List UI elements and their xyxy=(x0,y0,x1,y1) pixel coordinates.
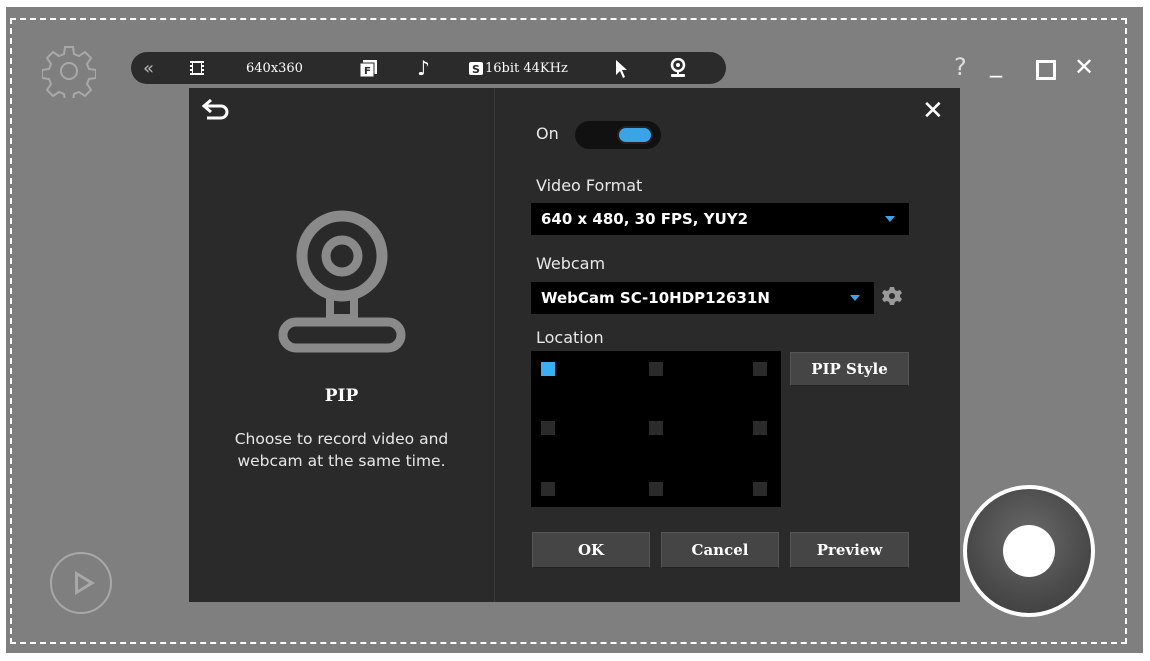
webcam-select[interactable]: WebCam SC-10HDP12631N xyxy=(531,282,874,314)
close-panel-button[interactable]: ✕ xyxy=(922,98,944,124)
chevron-down-icon xyxy=(885,216,895,222)
video-format-label: Video Format xyxy=(536,176,643,195)
location-top-right[interactable] xyxy=(753,362,767,376)
location-top-center[interactable] xyxy=(649,362,663,376)
on-label: On xyxy=(536,124,559,143)
audio-format-label[interactable]: 16bit 44KHz xyxy=(485,52,568,84)
fps-icon[interactable]: F xyxy=(360,60,378,77)
video-format-select[interactable]: 640 x 480, 30 FPS, YUY2 xyxy=(531,203,909,235)
cancel-button[interactable]: Cancel xyxy=(661,532,779,568)
play-button[interactable] xyxy=(50,552,112,614)
pip-description-line-1: Choose to record video and xyxy=(234,430,449,448)
close-window-button[interactable]: ✕ xyxy=(1074,53,1094,81)
webcam-label: Webcam xyxy=(536,254,606,273)
location-bottom-left[interactable] xyxy=(541,482,555,496)
cursor-icon[interactable] xyxy=(615,59,629,79)
webcam-icon[interactable] xyxy=(668,58,688,78)
webcam-large-icon xyxy=(278,210,406,353)
maximize-button[interactable] xyxy=(1036,60,1056,80)
location-label: Location xyxy=(536,328,604,347)
webcam-value: WebCam SC-10HDP12631N xyxy=(541,289,770,307)
location-bottom-right[interactable] xyxy=(753,482,767,496)
chevron-down-icon xyxy=(850,295,860,301)
location-top-left[interactable] xyxy=(541,362,555,376)
sound-icon[interactable]: S xyxy=(469,62,483,75)
record-button[interactable] xyxy=(963,485,1095,617)
resolution-label[interactable]: 640x360 xyxy=(246,52,303,84)
pip-settings-panel: PIP Choose to record video and webcam at… xyxy=(189,88,960,602)
webcam-settings-gear-icon[interactable] xyxy=(882,286,902,306)
pip-style-button[interactable]: PIP Style xyxy=(790,352,909,386)
help-button[interactable]: ? xyxy=(954,53,967,81)
pip-info-pane: PIP Choose to record video and webcam at… xyxy=(189,88,495,602)
location-grid xyxy=(531,351,781,507)
collapse-icon[interactable]: « xyxy=(143,52,154,84)
film-icon[interactable] xyxy=(189,60,205,76)
record-dot-icon xyxy=(1003,525,1055,577)
location-middle-right[interactable] xyxy=(753,421,767,435)
preview-button[interactable]: Preview xyxy=(790,532,909,568)
back-arrow-icon[interactable] xyxy=(201,96,231,122)
svg-text:F: F xyxy=(364,66,371,77)
pip-description: Choose to record video and webcam at the… xyxy=(189,428,494,472)
settings-gear-icon[interactable] xyxy=(42,44,96,98)
pip-on-toggle[interactable] xyxy=(575,121,661,149)
minimize-button[interactable]: _ xyxy=(990,50,1002,78)
pip-title: PIP xyxy=(324,386,359,406)
pip-description-line-2: webcam at the same time. xyxy=(237,452,446,470)
location-middle-left[interactable] xyxy=(541,421,555,435)
ok-button[interactable]: OK xyxy=(532,532,650,568)
music-note-icon[interactable]: ♪ xyxy=(417,52,430,84)
capture-toolbar: « 640x360 F ♪ S 16bit 44KHz xyxy=(131,52,726,84)
svg-text:S: S xyxy=(472,63,480,75)
location-middle-center[interactable] xyxy=(649,421,663,435)
location-bottom-center[interactable] xyxy=(649,482,663,496)
video-format-value: 640 x 480, 30 FPS, YUY2 xyxy=(541,210,749,228)
toggle-knob xyxy=(617,126,653,144)
